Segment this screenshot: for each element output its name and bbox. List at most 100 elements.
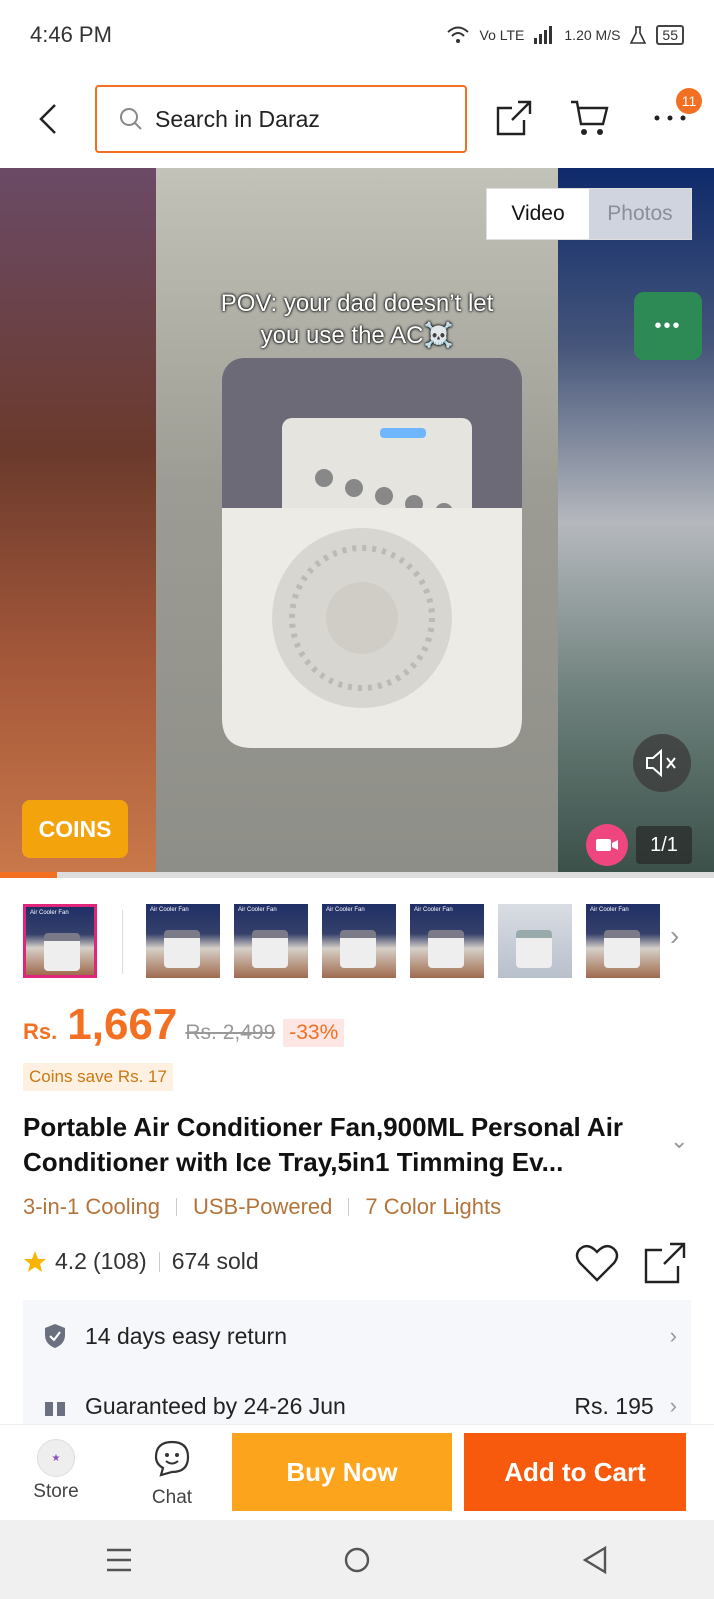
status-bar: 4:46 PM Vo LTE 1.20 M/S 55 xyxy=(0,0,714,70)
service-info: 14 days easy return › Guaranteed by 24-2… xyxy=(23,1300,691,1424)
system-nav-bar xyxy=(0,1520,714,1599)
mute-button[interactable] xyxy=(633,734,691,792)
return-policy-row[interactable]: 14 days easy return › xyxy=(23,1306,691,1366)
chevron-right-icon: › xyxy=(669,1323,677,1348)
home-icon[interactable] xyxy=(342,1545,372,1575)
search-input[interactable]: Search in Daraz xyxy=(95,85,467,153)
product-title: Portable Air Conditioner Fan,900ML Perso… xyxy=(23,1112,624,1177)
feature-tag: 3-in-1 Cooling xyxy=(23,1194,160,1219)
share-icon xyxy=(496,100,532,136)
price-row: Rs. 1,667 Rs. 2,499 -33% xyxy=(23,1000,345,1050)
thumbnail-label: Air Cooler Fan xyxy=(30,910,69,916)
back-button[interactable] xyxy=(24,95,72,143)
recent-apps-icon[interactable] xyxy=(105,1547,133,1573)
chat-icon xyxy=(154,1440,190,1477)
tab-video[interactable]: Video xyxy=(487,189,589,239)
add-to-cart-button[interactable]: Add to Cart xyxy=(464,1433,686,1511)
back-triangle-icon[interactable] xyxy=(581,1545,609,1575)
network-label: Vo LTE xyxy=(479,27,525,43)
floating-chat-button[interactable]: ••• xyxy=(634,292,702,360)
thumbnail[interactable]: Air Cooler Fan xyxy=(586,904,660,978)
star-icon xyxy=(24,1250,46,1272)
thumbnail-label: Air Cooler Fan xyxy=(414,907,453,913)
tab-photos[interactable]: Photos xyxy=(589,189,691,239)
coins-save-label: Coins save Rs. 17 xyxy=(23,1063,173,1091)
ellipsis-icon: ••• xyxy=(654,314,682,337)
rating-row[interactable]: 4.2 (108) 674 sold xyxy=(23,1248,259,1275)
thumbnail-label: Air Cooler Fan xyxy=(238,907,277,913)
product-media: POV: your dad doesn’t let you use the AC… xyxy=(0,168,714,878)
tag-divider xyxy=(175,1198,177,1216)
caption-line-2: you use the AC☠️ xyxy=(260,322,454,349)
thumbnail[interactable]: Air Cooler Fan xyxy=(234,904,308,978)
notification-badge: 11 xyxy=(676,88,702,114)
share-icon xyxy=(644,1242,686,1284)
thumbnail-strip: Air Cooler Fan Air Cooler Fan Air Cooler… xyxy=(0,896,714,984)
prev-media-preview[interactable] xyxy=(0,168,156,878)
original-price: Rs. 2,499 xyxy=(185,1021,276,1044)
store-label: Store xyxy=(33,1481,79,1502)
currency-label: Rs. xyxy=(23,1019,58,1044)
store-button[interactable]: ★ Store xyxy=(18,1433,94,1503)
thumbnail[interactable]: Air Cooler Fan xyxy=(23,904,97,978)
video-caption: POV: your dad doesn’t let you use the AC… xyxy=(156,288,558,352)
wishlist-button[interactable] xyxy=(574,1240,620,1286)
feature-tag: USB-Powered xyxy=(192,1194,333,1219)
rating-divider xyxy=(158,1251,160,1272)
search-icon xyxy=(120,108,142,130)
buy-now-button[interactable]: Buy Now xyxy=(232,1433,452,1511)
thumbnail-label: Air Cooler Fan xyxy=(326,907,365,913)
chat-button[interactable]: Chat xyxy=(134,1433,210,1509)
flask-icon xyxy=(630,26,647,44)
video-progress-bar[interactable] xyxy=(0,872,714,878)
wifi-icon xyxy=(446,26,469,43)
status-time: 4:46 PM xyxy=(30,22,112,47)
video-progress-fill xyxy=(0,872,58,878)
battery-level: 55 xyxy=(656,25,684,45)
current-price: 1,667 xyxy=(67,1000,178,1049)
sold-count: 674 sold xyxy=(171,1248,259,1274)
thumbnail[interactable]: Air Cooler Fan xyxy=(322,904,396,978)
air-cooler-image xyxy=(222,358,522,748)
rating-value: 4.2 xyxy=(55,1248,87,1274)
bottom-action-bar: ★ Store Chat Buy Now Add to Cart xyxy=(0,1424,714,1520)
speaker-muted-icon xyxy=(646,748,676,778)
share-product-button[interactable] xyxy=(642,1240,688,1286)
feature-tag: 7 Color Lights xyxy=(365,1194,502,1219)
cart-icon xyxy=(571,100,609,135)
product-video[interactable]: POV: your dad doesn’t let you use the AC… xyxy=(156,168,558,878)
more-dots-icon xyxy=(654,115,686,121)
tag-divider xyxy=(348,1198,350,1216)
media-counter: 1/1 xyxy=(636,826,692,864)
top-nav: Search in Daraz 11 xyxy=(0,70,714,168)
cart-button[interactable] xyxy=(566,94,614,142)
store-avatar: ★ xyxy=(37,1439,75,1477)
chat-label: Chat xyxy=(151,1487,193,1508)
coins-button[interactable]: COINS xyxy=(22,800,128,858)
return-policy-text: 14 days easy return xyxy=(85,1322,288,1349)
more-menu-button[interactable]: 11 xyxy=(646,88,702,142)
chevron-down-icon[interactable]: ⌄ xyxy=(670,1128,688,1154)
media-tabs: Video Photos xyxy=(486,188,692,240)
caption-line-1: POV: your dad doesn’t let xyxy=(220,290,494,317)
chevron-right-icon[interactable]: › xyxy=(670,920,679,952)
video-indicator xyxy=(586,824,628,866)
thumbnail[interactable]: Air Cooler Fan xyxy=(410,904,484,978)
speed-label: 1.20 M/S xyxy=(564,27,621,43)
share-button[interactable] xyxy=(490,94,538,142)
back-arrow-icon xyxy=(39,104,56,134)
delivery-fee: Rs. 195 xyxy=(574,1392,654,1419)
delivery-box-icon xyxy=(45,1396,65,1416)
thumbnail[interactable]: Air Cooler Fan xyxy=(146,904,220,978)
thumbnail[interactable] xyxy=(498,904,572,978)
thumbnail-label: Air Cooler Fan xyxy=(590,907,629,913)
heart-icon xyxy=(575,1244,619,1282)
signal-icon xyxy=(534,26,553,44)
status-icons: Vo LTE 1.20 M/S 55 xyxy=(446,25,684,45)
shield-check-icon xyxy=(45,1324,65,1348)
feature-tags: 3-in-1 Cooling USB-Powered 7 Color Light… xyxy=(23,1194,501,1220)
thumbnail-divider xyxy=(122,910,123,974)
video-camera-icon xyxy=(596,839,618,851)
search-placeholder: Search in Daraz xyxy=(155,105,320,132)
review-count: (108) xyxy=(92,1248,147,1274)
